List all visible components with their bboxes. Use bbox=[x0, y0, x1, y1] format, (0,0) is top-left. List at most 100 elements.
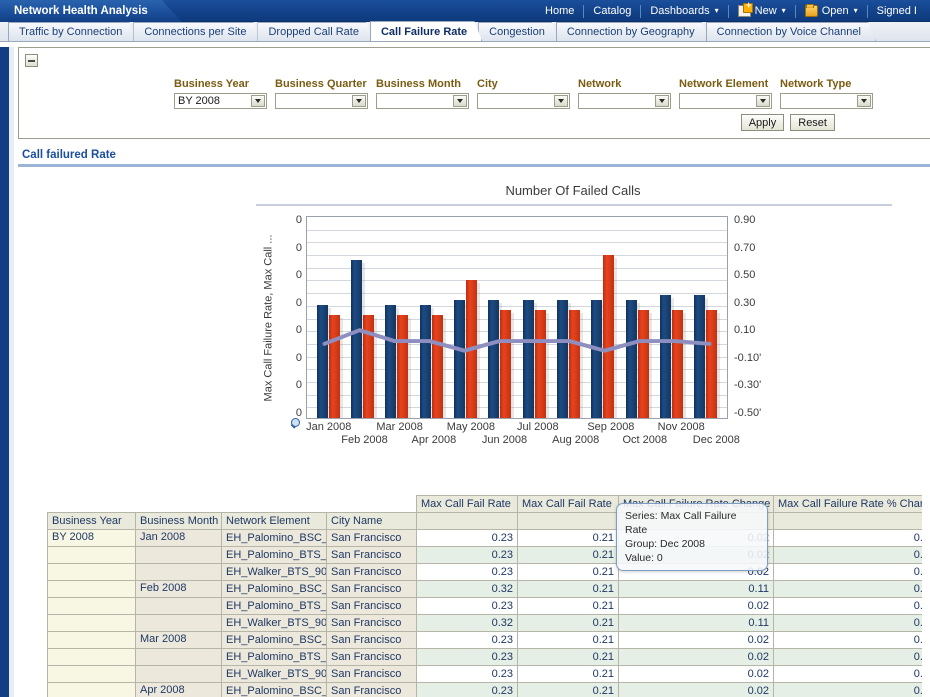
bar-max-call-fail-rate-ly[interactable] bbox=[466, 280, 477, 418]
header-business-month[interactable]: Business Month bbox=[136, 513, 222, 530]
bar-max-call-fail-rate[interactable] bbox=[385, 305, 396, 418]
chevron-down-icon[interactable] bbox=[655, 95, 669, 107]
bar-group[interactable] bbox=[523, 217, 546, 418]
tab-dropped-call-rate[interactable]: Dropped Call Rate bbox=[257, 22, 374, 41]
chart-plot-area[interactable] bbox=[306, 216, 728, 419]
network-element-select[interactable] bbox=[679, 93, 772, 109]
bar-max-call-fail-rate[interactable] bbox=[694, 295, 705, 418]
cell-network-element[interactable]: EH_Palomino_BTS_101 bbox=[222, 649, 327, 666]
network-type-select[interactable] bbox=[780, 93, 873, 109]
bar-max-call-fail-rate-ly[interactable] bbox=[638, 310, 649, 418]
bar-max-call-fail-rate[interactable] bbox=[557, 300, 568, 418]
global-link-home[interactable]: Home bbox=[536, 0, 583, 22]
chevron-down-icon[interactable] bbox=[756, 95, 770, 107]
header-city-name[interactable]: City Name bbox=[327, 513, 417, 530]
cell-network-element[interactable]: EH_Palomino_BSC_143 bbox=[222, 632, 327, 649]
zoom-icon[interactable] bbox=[289, 418, 303, 432]
global-link-open[interactable]: Open ▾ bbox=[796, 0, 867, 22]
tab-connection-by-geography[interactable]: Connection by Geography bbox=[556, 22, 710, 41]
global-link-signed-in[interactable]: Signed I bbox=[868, 0, 926, 22]
chevron-down-icon[interactable] bbox=[453, 95, 467, 107]
cell-network-element[interactable]: EH_Palomino_BTS_101 bbox=[222, 547, 327, 564]
cell-network-element[interactable]: EH_Walker_BTS_902 bbox=[222, 615, 327, 632]
business-year-select[interactable]: BY 2008 bbox=[174, 93, 267, 109]
tab-connections-per-site[interactable]: Connections per Site bbox=[133, 22, 261, 41]
bar-group[interactable] bbox=[317, 217, 340, 418]
reset-button[interactable]: Reset bbox=[790, 114, 835, 131]
bar-group[interactable] bbox=[454, 217, 477, 418]
chevron-down-icon[interactable] bbox=[554, 95, 568, 107]
bar-max-call-fail-rate[interactable] bbox=[523, 300, 534, 418]
header-pct-change-ly[interactable]: Max Call Failure Rate % Change LY bbox=[774, 496, 923, 513]
cell-network-element[interactable]: EH_Walker_BTS_902 bbox=[222, 666, 327, 683]
cell-network-element[interactable]: EH_Walker_BTS_902 bbox=[222, 564, 327, 581]
bar-group[interactable] bbox=[626, 217, 649, 418]
header-max-call-fail-rate-ly[interactable]: Max Call Fail Rate bbox=[518, 496, 619, 513]
bar-max-call-fail-rate[interactable] bbox=[420, 305, 431, 418]
bar-max-call-fail-rate-ly[interactable] bbox=[706, 310, 717, 418]
city-select[interactable] bbox=[477, 93, 570, 109]
bar-max-call-fail-rate-ly[interactable] bbox=[672, 310, 683, 418]
dashboard-title-tab[interactable]: Network Health Analysis bbox=[0, 0, 182, 22]
bar-max-call-fail-rate-ly[interactable] bbox=[603, 255, 614, 418]
table-row[interactable]: EH_Palomino_BTS_101San Francisco0.230.21… bbox=[48, 649, 923, 666]
bar-max-call-fail-rate-ly[interactable] bbox=[500, 310, 511, 418]
bar-max-call-fail-rate[interactable] bbox=[591, 300, 602, 418]
bar-max-call-fail-rate-ly[interactable] bbox=[432, 315, 443, 418]
bar-group[interactable] bbox=[557, 217, 580, 418]
cell-city-name[interactable]: San Francisco bbox=[327, 598, 417, 615]
bar-group[interactable] bbox=[488, 217, 511, 418]
bar-max-call-fail-rate-ly[interactable] bbox=[397, 315, 408, 418]
cell-city-name[interactable]: San Francisco bbox=[327, 581, 417, 598]
chevron-down-icon[interactable] bbox=[251, 95, 265, 107]
bar-group[interactable] bbox=[591, 217, 614, 418]
cell-city-name[interactable]: San Francisco bbox=[327, 649, 417, 666]
cell-city-name[interactable]: San Francisco bbox=[327, 564, 417, 581]
bar-group[interactable] bbox=[660, 217, 683, 418]
business-month-select[interactable] bbox=[376, 93, 469, 109]
bar-max-call-fail-rate-ly[interactable] bbox=[363, 315, 374, 418]
bar-max-call-fail-rate[interactable] bbox=[488, 300, 499, 418]
bar-max-call-fail-rate[interactable] bbox=[626, 300, 637, 418]
table-row[interactable]: EH_Palomino_BTS_101San Francisco0.230.21… bbox=[48, 547, 923, 564]
global-link-dashboards[interactable]: Dashboards ▾ bbox=[641, 0, 727, 22]
chevron-down-icon[interactable] bbox=[857, 95, 871, 107]
bar-max-call-fail-rate[interactable] bbox=[351, 260, 362, 418]
bar-group[interactable] bbox=[351, 217, 374, 418]
cell-network-element[interactable]: EH_Palomino_BSC_143 bbox=[222, 530, 327, 547]
global-link-catalog[interactable]: Catalog bbox=[584, 0, 640, 22]
tab-connection-by-voice-channel[interactable]: Connection by Voice Channel bbox=[706, 22, 876, 41]
cell-city-name[interactable]: San Francisco bbox=[327, 547, 417, 564]
bar-group[interactable] bbox=[385, 217, 408, 418]
tab-call-failure-rate[interactable]: Call Failure Rate bbox=[370, 21, 482, 41]
bar-max-call-fail-rate-ly[interactable] bbox=[569, 310, 580, 418]
bar-max-call-fail-rate-ly[interactable] bbox=[535, 310, 546, 418]
network-select[interactable] bbox=[578, 93, 671, 109]
table-row[interactable]: EH_Walker_BTS_902San Francisco0.230.210.… bbox=[48, 564, 923, 581]
cell-city-name[interactable]: San Francisco bbox=[327, 615, 417, 632]
header-max-call-fail-rate[interactable]: Max Call Fail Rate bbox=[417, 496, 518, 513]
collapse-section-button[interactable] bbox=[25, 54, 38, 67]
table-row[interactable]: EH_Walker_BTS_902San Francisco0.230.210.… bbox=[48, 666, 923, 683]
cell-city-name[interactable]: San Francisco bbox=[327, 683, 417, 697]
bar-max-call-fail-rate[interactable] bbox=[454, 300, 465, 418]
global-link-new[interactable]: New ▾ bbox=[729, 0, 795, 22]
report-table-container[interactable]: Max Call Fail Rate Max Call Fail Rate Ma… bbox=[47, 495, 922, 697]
cell-city-name[interactable]: San Francisco bbox=[327, 632, 417, 649]
bar-group[interactable] bbox=[420, 217, 443, 418]
table-row[interactable]: Feb 2008EH_Palomino_BSC_143San Francisco… bbox=[48, 581, 923, 598]
cell-city-name[interactable]: San Francisco bbox=[327, 530, 417, 547]
cell-network-element[interactable]: EH_Palomino_BTS_101 bbox=[222, 598, 327, 615]
bar-max-call-fail-rate[interactable] bbox=[660, 295, 671, 418]
bar-max-call-fail-rate[interactable] bbox=[317, 305, 328, 418]
apply-button[interactable]: Apply bbox=[741, 114, 785, 131]
table-row[interactable]: EH_Walker_BTS_902San Francisco0.320.210.… bbox=[48, 615, 923, 632]
business-quarter-select[interactable] bbox=[275, 93, 368, 109]
tab-congestion[interactable]: Congestion bbox=[478, 22, 560, 41]
cell-network-element[interactable]: EH_Palomino_BSC_143 bbox=[222, 581, 327, 598]
cell-network-element[interactable]: EH_Palomino_BSC_143 bbox=[222, 683, 327, 697]
cell-city-name[interactable]: San Francisco bbox=[327, 666, 417, 683]
header-network-element[interactable]: Network Element bbox=[222, 513, 327, 530]
table-row[interactable]: Apr 2008EH_Palomino_BSC_143San Francisco… bbox=[48, 683, 923, 697]
bar-max-call-fail-rate-ly[interactable] bbox=[329, 315, 340, 418]
